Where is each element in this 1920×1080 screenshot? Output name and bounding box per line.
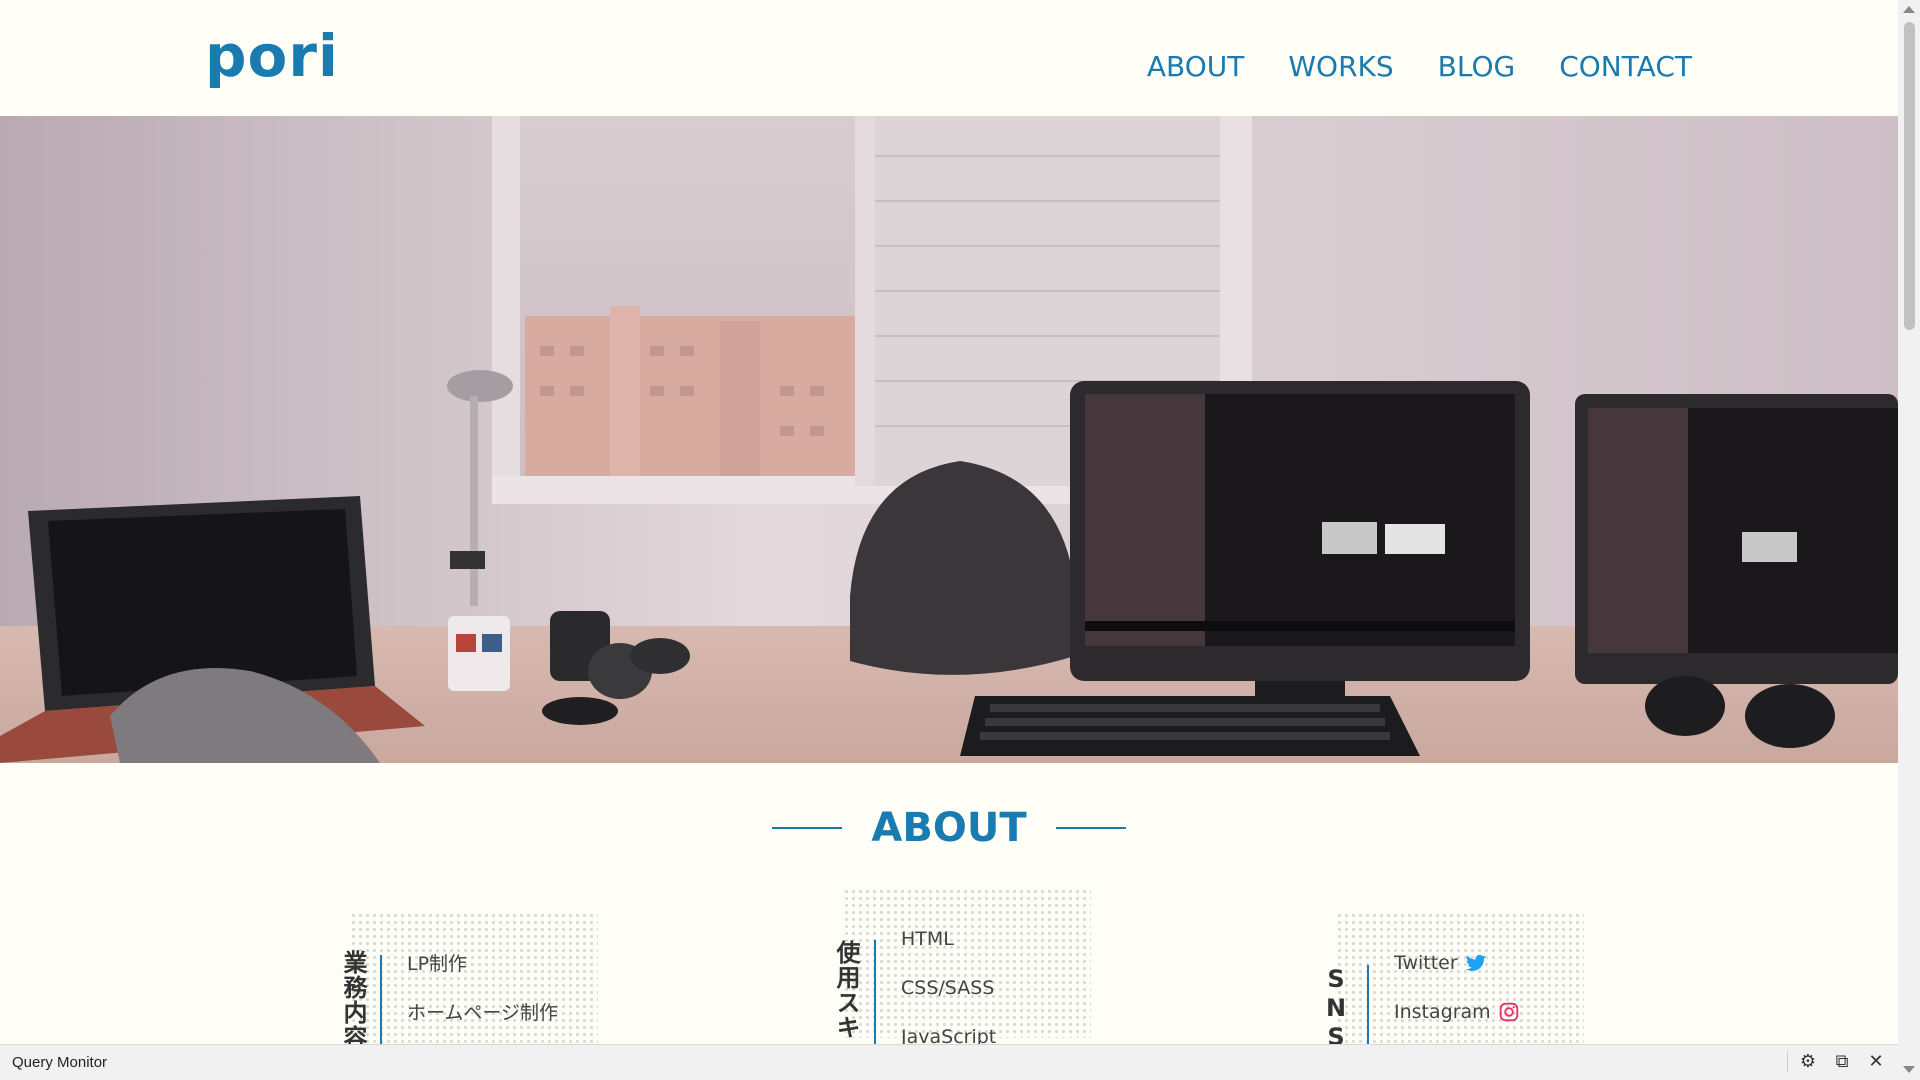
item-text: LP制作 <box>407 953 468 975</box>
popout-icon[interactable]: ⧉ <box>1832 1051 1852 1072</box>
gear-icon[interactable]: ⚙ <box>1798 1051 1818 1072</box>
list-item: LP制作 <box>407 938 558 987</box>
card-skills-bar <box>874 940 876 1045</box>
instagram-icon[interactable] <box>1499 1002 1519 1022</box>
list-item: HTML <box>901 914 996 963</box>
about-title: ABOUT <box>871 805 1027 851</box>
main-nav: ABOUT WORKS BLOG CONTACT <box>1147 50 1692 83</box>
card-services-bar <box>380 955 382 1045</box>
scroll-thumb[interactable] <box>1904 22 1915 330</box>
scroll-up-arrow-icon[interactable] <box>1903 6 1915 13</box>
query-monitor-actions: ⚙ ⧉ ✕ <box>1787 1051 1886 1072</box>
card-skills-list: HTML CSS/SASS JavaScript <box>901 914 996 1061</box>
hero-desk-illustration <box>0 116 1898 763</box>
site-logo[interactable]: pori <box>205 22 339 90</box>
list-item: ホームページ制作 <box>407 987 558 1036</box>
page-scrollbar[interactable] <box>1898 0 1920 1080</box>
nav-blog-link[interactable]: BLOG <box>1438 50 1516 83</box>
item-text: HTML <box>901 927 954 950</box>
about-heading: ABOUT <box>0 805 1898 851</box>
card-skills-label: 使用スキ <box>832 940 860 1040</box>
close-icon[interactable]: ✕ <box>1866 1051 1886 1072</box>
site-header: pori ABOUT WORKS BLOG CONTACT <box>0 0 1898 116</box>
card-sns-label: SNS <box>1322 965 1350 1052</box>
hero-image <box>0 116 1898 763</box>
heading-right-line <box>1055 827 1126 829</box>
item-text: CSS/SASS <box>901 976 995 999</box>
nav-contact-link[interactable]: CONTACT <box>1559 50 1692 83</box>
query-monitor-title[interactable]: Query Monitor <box>12 1054 107 1071</box>
heading-left-line <box>772 827 843 829</box>
query-monitor-bar: Query Monitor ⚙ ⧉ ✕ <box>0 1044 1898 1080</box>
instagram-link[interactable]: Instagram <box>1394 1001 1491 1023</box>
item-text: ホームページ制作 <box>407 1002 559 1024</box>
card-services-label: 業務内容 <box>339 950 367 1050</box>
twitter-icon[interactable] <box>1465 954 1486 972</box>
scroll-down-arrow-icon[interactable] <box>1903 1066 1915 1073</box>
sns-instagram-item[interactable]: Instagram <box>1394 987 1519 1036</box>
sns-twitter-item[interactable]: Twitter <box>1394 938 1519 987</box>
nav-about-link[interactable]: ABOUT <box>1147 50 1245 83</box>
list-item: CSS/SASS <box>901 963 996 1012</box>
card-sns-bar <box>1367 965 1369 1045</box>
card-services-list: LP制作 ホームページ制作 <box>407 938 558 1036</box>
nav-works-link[interactable]: WORKS <box>1288 50 1393 83</box>
card-sns-list: Twitter Instagram <box>1394 938 1519 1036</box>
twitter-link[interactable]: Twitter <box>1394 952 1458 974</box>
